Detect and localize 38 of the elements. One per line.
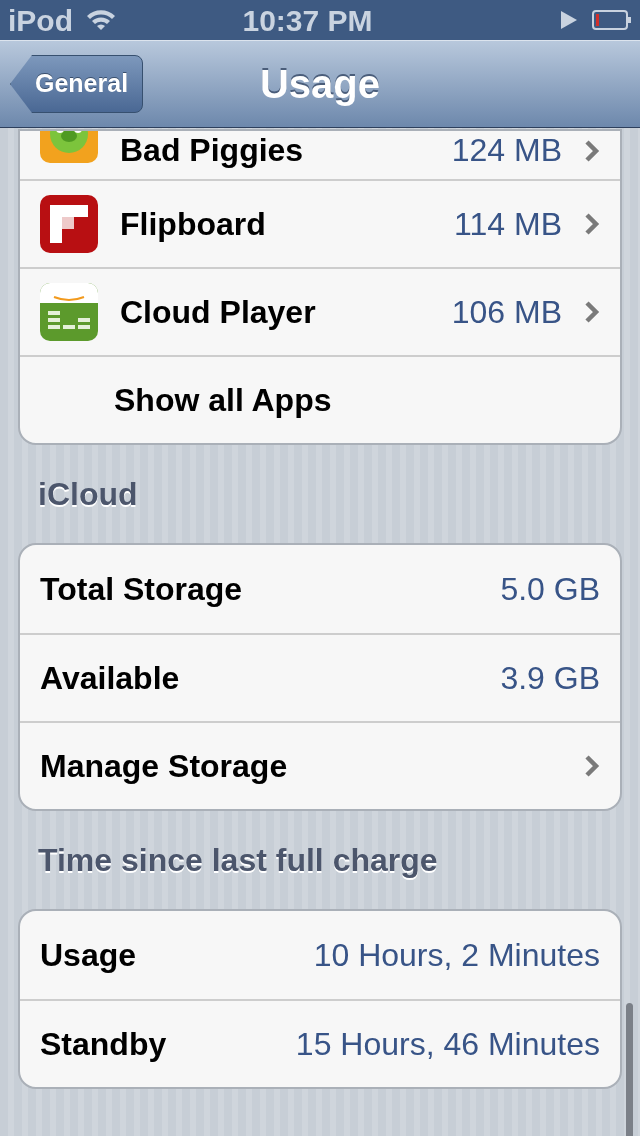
music-app-icon [40, 283, 98, 341]
section-header: iCloud [37, 475, 139, 514]
carrier-name: iPod [8, 2, 73, 39]
chevron-icon [584, 212, 600, 236]
app-size: 124 MB [451, 133, 562, 169]
show-all-apps: Show all Apps [114, 381, 332, 420]
chevron-icon [584, 139, 600, 163]
section-header: Time since last full charge [37, 841, 439, 880]
table-row[interactable]: Usage 10 Hours, 2 Minutes [20, 911, 620, 999]
nav-title: Usage [259, 61, 381, 108]
table-row[interactable]: Manage Storage [20, 721, 620, 809]
row-label: Usage [40, 936, 138, 975]
row-value: 5.0 GB [500, 570, 600, 609]
app-size: 106 MB [451, 293, 562, 332]
table-row[interactable]: Available 3.9 GB [20, 633, 620, 721]
app-name: Bad Piggies [120, 133, 305, 169]
table-row[interactable]: Standby 15 Hours, 46 Minutes [20, 999, 620, 1087]
row-label: Manage Storage [40, 747, 289, 786]
table-row[interactable]: Show all Apps [20, 355, 620, 443]
row-label: Total Storage [40, 570, 244, 609]
table-row[interactable]: Cloud Player 106 MB [20, 267, 620, 355]
table-row[interactable]: Flipboard 114 MB [20, 179, 620, 267]
table-row[interactable]: Bad Piggies 124 MB [20, 131, 620, 179]
app-name: Flipboard [120, 205, 267, 244]
row-value: 10 Hours, 2 Minutes [313, 936, 600, 975]
row-label: Available [40, 659, 181, 698]
app-size: 114 MB [454, 205, 562, 244]
battery-icon [592, 9, 632, 31]
wifi-icon [85, 8, 117, 32]
back-button[interactable]: General [10, 55, 144, 113]
row-value: 3.9 GB [500, 659, 600, 698]
app-name: Cloud Player [120, 293, 317, 332]
flipboard-app-icon [40, 195, 98, 253]
table-row[interactable]: Total Storage 5.0 GB [20, 545, 620, 633]
row-label: Standby [40, 1025, 168, 1064]
row-value: 15 Hours, 46 Minutes [295, 1025, 600, 1064]
status-time: 10:37 PM [242, 2, 373, 39]
chevron-icon [584, 300, 600, 324]
